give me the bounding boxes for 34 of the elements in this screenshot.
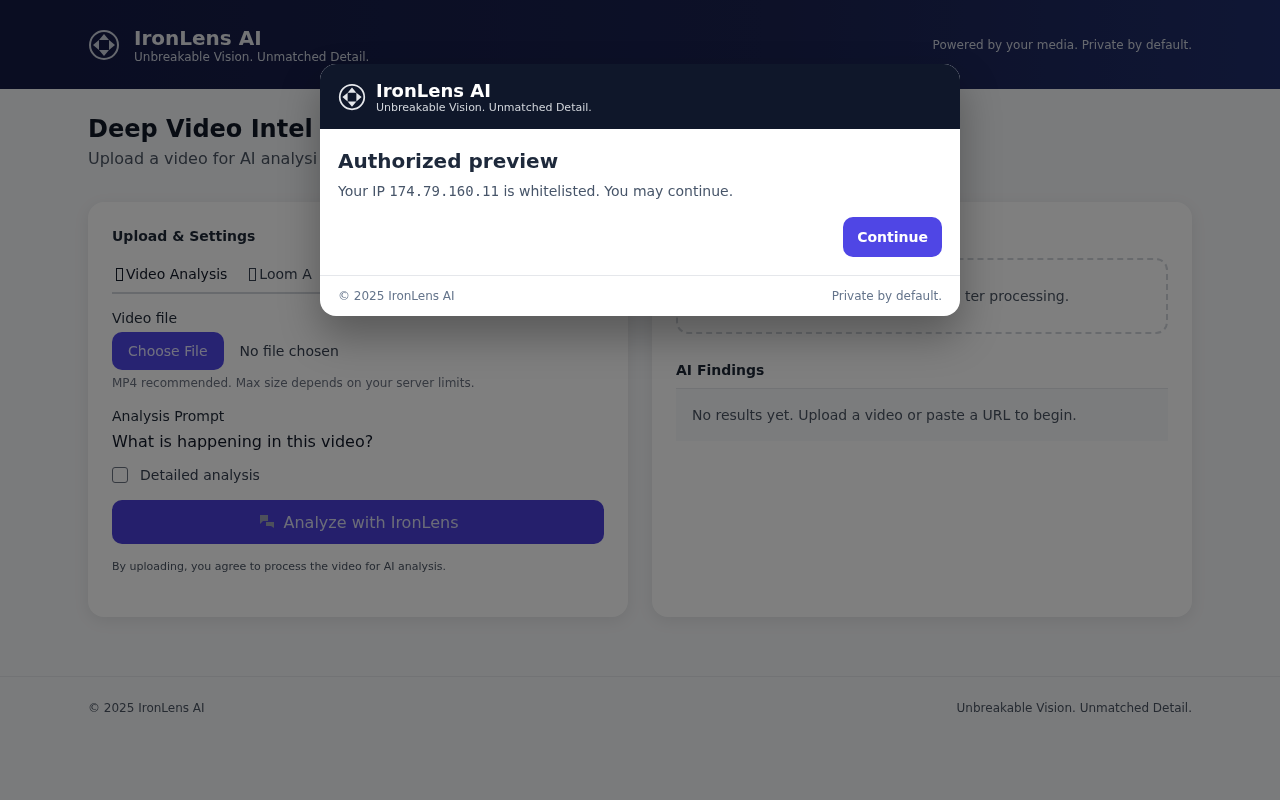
modal-title: Authorized preview (338, 149, 560, 173)
file-status: No file chosen (239, 343, 339, 359)
page-subtitle: Upload a video for AI analysi (88, 149, 318, 168)
findings-empty-text: No results yet. Upload a video or paste a URL to begin. (692, 407, 1077, 423)
page-title: Deep Video Intel (88, 115, 313, 143)
tab-icon (249, 267, 257, 281)
choose-file-button[interactable]: Choose File (112, 332, 224, 370)
tab-icon (116, 267, 123, 281)
file-hint: MP4 recommended. Max size depends on your server limits. (112, 376, 476, 390)
logo-icon (338, 82, 366, 111)
continue-button[interactable]: Continue (843, 217, 942, 257)
logo-icon (88, 28, 120, 61)
checkbox[interactable] (112, 467, 128, 483)
field-label: Analysis Prompt (112, 408, 226, 424)
modal-footer-text: Private by default. (831, 289, 942, 303)
brand-tagline: Unbreakable Vision. Unmatched Detail. (376, 100, 592, 114)
prompt-field[interactable]: What is happening in this video? (112, 432, 604, 451)
brand-name: IronLens AI (376, 79, 492, 101)
modal-message: Your IP 174.79.160.11 is whitelisted. You may continue. (338, 183, 735, 199)
preview-text: ter processing. (965, 288, 1070, 304)
header-note: Powered by your media. Private by default. (932, 37, 1192, 52)
brand-name: IronLens AI (134, 25, 263, 50)
chat-icon (257, 513, 276, 531)
field-label: Video file (112, 310, 178, 326)
checkbox-label: Detailed analysis (140, 467, 260, 483)
card-title: Upload & Settings (112, 228, 257, 244)
tab[interactable]: Video Analysis (112, 262, 232, 292)
tab[interactable]: Loom A (245, 262, 316, 292)
modal-footer-text: © 2025 IronLens AI (338, 289, 455, 303)
footer-tagline: Unbreakable Vision. Unmatched Detail. (956, 701, 1192, 715)
analyze-button[interactable]: Analyze with IronLens (112, 500, 604, 544)
consent-note: By uploading, you agree to process the video for AI analysis. (112, 560, 448, 573)
brand-tagline: Unbreakable Vision. Unmatched Detail. (134, 49, 370, 64)
footer-copyright: © 2025 IronLens AI (88, 701, 205, 715)
